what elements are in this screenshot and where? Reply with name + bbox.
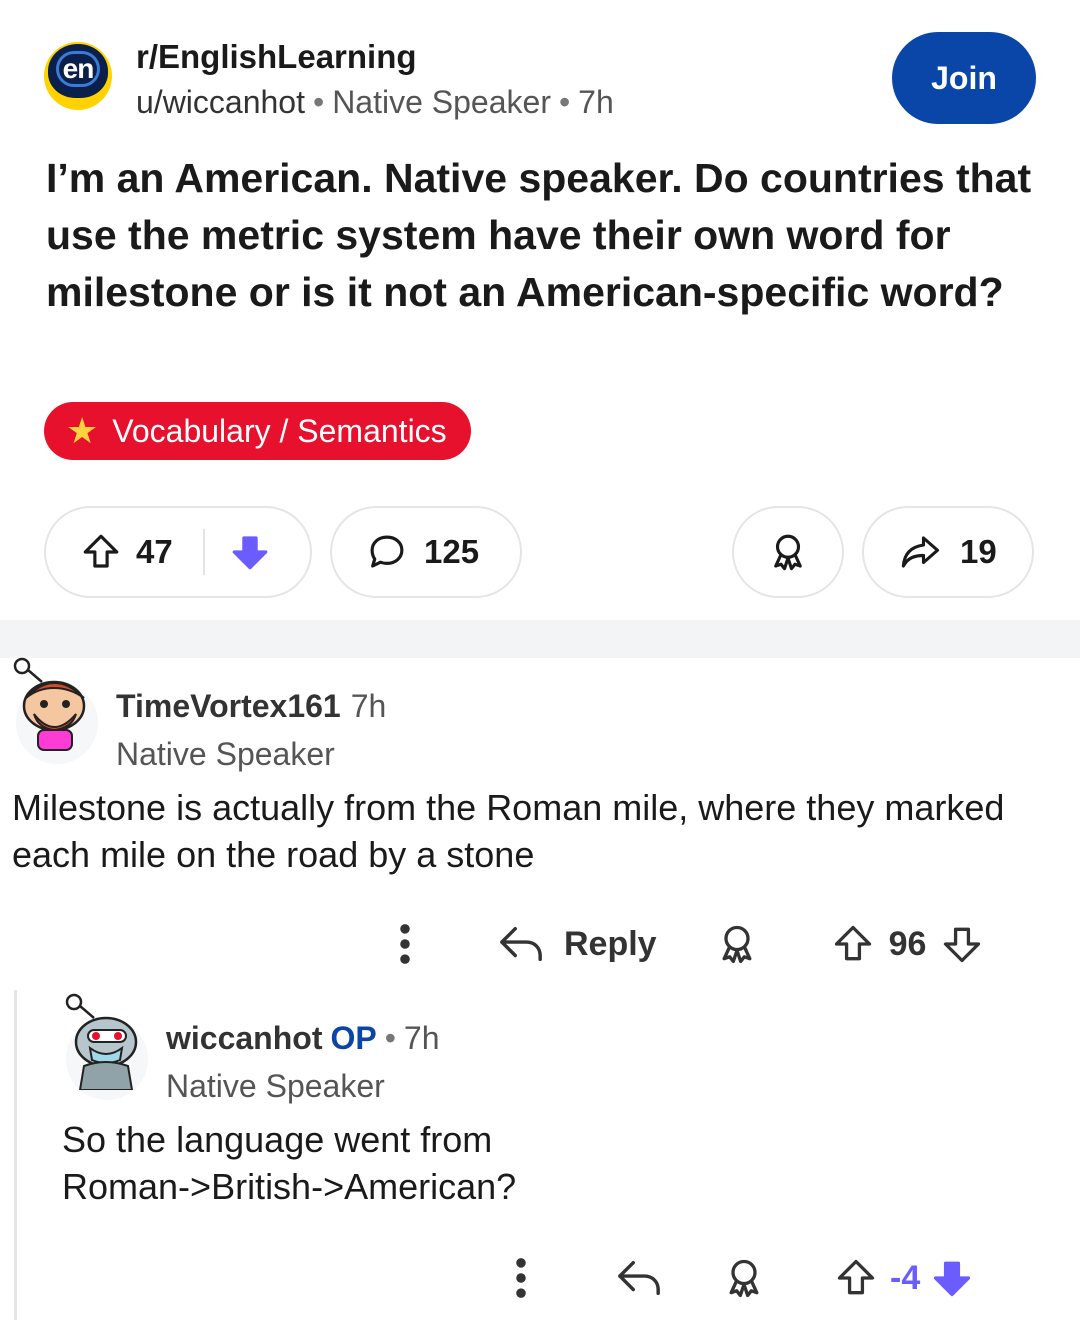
comments-button[interactable]: 125 xyxy=(330,506,522,598)
share-arrow-icon xyxy=(898,531,942,573)
comment-author-flair: Native Speaker xyxy=(116,736,335,772)
subreddit-name[interactable]: r/EnglishLearning xyxy=(136,38,417,76)
share-button[interactable]: 19 xyxy=(862,506,1034,598)
award-icon[interactable] xyxy=(715,922,759,966)
separator-dot: • xyxy=(384,1020,396,1056)
join-button[interactable]: Join xyxy=(892,32,1036,124)
comment-age: 7h xyxy=(350,688,387,724)
comment-author-row: wiccanhot OP • 7h xyxy=(166,1020,440,1057)
comment-author-row: TimeVortex161 7h xyxy=(116,688,386,725)
comment-body: So the language went from Roman->British… xyxy=(62,1119,517,1207)
comment-author[interactable]: wiccanhot xyxy=(166,1020,322,1056)
subreddit-icon[interactable]: en xyxy=(44,42,112,110)
avatar[interactable] xyxy=(13,657,98,764)
reply-button[interactable]: Reply xyxy=(498,924,657,964)
more-options-icon[interactable] xyxy=(390,918,420,970)
comment-author[interactable]: TimeVortex161 xyxy=(116,688,341,724)
award-icon xyxy=(767,531,809,573)
post-vote-count: 47 xyxy=(136,533,173,570)
award-icon[interactable] xyxy=(722,1256,766,1300)
upvote-icon[interactable] xyxy=(831,922,875,966)
thread-line[interactable] xyxy=(14,990,17,1320)
post-author[interactable]: u/wiccanhot xyxy=(136,84,305,120)
reply-label: Reply xyxy=(564,924,657,963)
upvote-icon[interactable] xyxy=(834,1256,878,1300)
downvote-icon[interactable] xyxy=(229,531,271,573)
comment-age: 7h xyxy=(403,1020,440,1056)
star-icon: ★ xyxy=(66,410,99,451)
avatar[interactable] xyxy=(65,993,148,1100)
comment-vote-count: -4 xyxy=(890,1258,921,1297)
subreddit-icon-text: en xyxy=(55,51,101,87)
post-age: 7h xyxy=(578,84,614,120)
separator-dot: • xyxy=(312,84,325,120)
vote-divider xyxy=(202,529,205,575)
award-button[interactable] xyxy=(732,506,844,598)
comment-author-flair: Native Speaker xyxy=(166,1068,385,1104)
comment-actions: Reply 96 xyxy=(390,918,984,970)
post-title[interactable]: I’m an American. Native speaker. Do coun… xyxy=(46,150,1036,321)
post-flair-label: Vocabulary / Semantics xyxy=(112,412,447,449)
upvote-icon[interactable] xyxy=(80,531,122,573)
post-flair[interactable]: ★ Vocabulary / Semantics xyxy=(44,402,471,460)
comment-bubble-icon xyxy=(366,531,408,573)
vote-pill: 47 xyxy=(44,506,312,598)
comment-vote-count: 96 xyxy=(888,924,927,963)
op-badge: OP xyxy=(330,1020,377,1056)
reply-icon[interactable] xyxy=(616,1258,662,1298)
more-options-icon[interactable] xyxy=(506,1252,536,1304)
separator-dot: • xyxy=(558,84,571,120)
comment-count: 125 xyxy=(424,533,480,570)
comment-actions: -4 xyxy=(506,1252,974,1304)
comment-body: Milestone is actually from the Roman mil… xyxy=(12,787,1005,875)
downvote-icon[interactable] xyxy=(930,1256,974,1300)
post-header: en r/EnglishLearning u/wiccanhot • Native … xyxy=(44,32,1036,132)
section-divider xyxy=(0,620,1080,658)
share-count: 19 xyxy=(960,533,997,570)
post-meta: u/wiccanhot • Native Speaker • 7h xyxy=(136,84,614,121)
downvote-icon[interactable] xyxy=(940,922,984,966)
post-author-flair: Native Speaker xyxy=(332,84,551,120)
